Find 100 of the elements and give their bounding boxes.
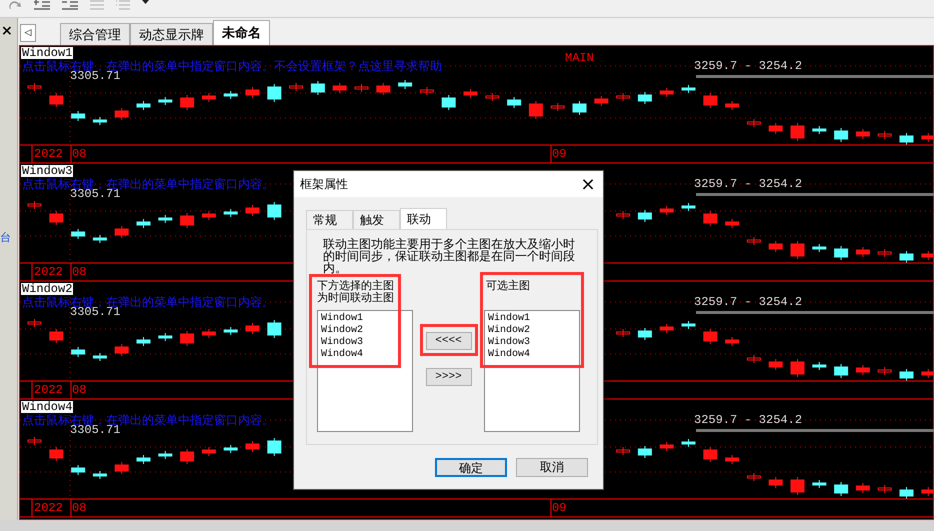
candlestick xyxy=(921,486,934,496)
ok-button[interactable]: 确定 xyxy=(435,458,507,477)
cancel-button[interactable]: 取消 xyxy=(516,458,588,477)
candlestick xyxy=(638,210,652,222)
candlestick xyxy=(616,328,630,338)
axis-label: 2022 xyxy=(34,148,63,161)
indent-icon[interactable] xyxy=(34,0,50,10)
linked-charts-list[interactable]: Window1 Window2 Window3 Window4 xyxy=(317,310,413,432)
candlestick xyxy=(768,358,783,370)
list-item[interactable]: Window2 xyxy=(321,325,409,337)
list-item[interactable]: Window3 xyxy=(488,337,576,349)
range-label: 3259.7 - 3254.2 xyxy=(694,178,802,191)
candlestick xyxy=(442,94,456,110)
candlestick xyxy=(921,132,934,142)
available-charts-list[interactable]: Window1 Window2 Window3 Window4 xyxy=(484,310,580,432)
caret-icon[interactable] xyxy=(142,0,149,4)
tab-scroll-button[interactable]: ◁ xyxy=(20,24,36,42)
candlestick xyxy=(616,210,630,220)
candlestick xyxy=(616,446,630,456)
tab[interactable]: 联动 xyxy=(400,208,447,229)
window-label: Window4 xyxy=(21,401,74,413)
candlestick xyxy=(180,94,194,110)
candlestick xyxy=(921,368,934,378)
candlestick xyxy=(202,210,216,220)
list-item[interactable]: Window4 xyxy=(321,349,409,361)
candlestick xyxy=(49,210,64,226)
candlestick xyxy=(180,212,194,228)
candlestick xyxy=(354,84,368,92)
candlestick xyxy=(71,464,86,476)
candlestick xyxy=(71,228,86,240)
candlestick xyxy=(768,476,783,488)
candlestick xyxy=(71,110,86,122)
candlestick xyxy=(267,202,282,220)
candlestick xyxy=(49,446,64,462)
list-item[interactable]: Window3 xyxy=(321,337,409,349)
candlestick xyxy=(703,210,718,226)
candlestick xyxy=(246,322,260,334)
candlestick xyxy=(703,328,718,344)
candlestick xyxy=(202,92,216,102)
candlestick xyxy=(49,92,64,108)
axis-label: 09 xyxy=(552,148,566,161)
list-item[interactable]: Window1 xyxy=(321,313,409,325)
list-label: 下方选择的主图为时间联动主图 xyxy=(317,280,395,306)
candlestick xyxy=(267,320,282,338)
list-item[interactable]: Window4 xyxy=(488,349,576,361)
candlestick xyxy=(71,346,86,358)
candlestick xyxy=(310,80,325,96)
axis-label: 08 xyxy=(72,266,86,279)
candlestick xyxy=(878,248,892,258)
candlestick xyxy=(638,328,652,340)
candlestick xyxy=(28,436,42,446)
list-item[interactable]: Window1 xyxy=(488,313,576,325)
candlestick xyxy=(878,484,892,494)
candlestick xyxy=(202,446,216,456)
candlestick xyxy=(878,130,892,140)
candlestick xyxy=(638,446,652,458)
candlestick xyxy=(572,100,586,116)
candlestick xyxy=(267,84,282,102)
candlestick xyxy=(746,354,761,364)
tab[interactable]: 动态显示牌 xyxy=(130,23,213,45)
candlestick xyxy=(900,250,914,264)
candlestick xyxy=(114,344,129,356)
side-label: 台 xyxy=(0,232,11,244)
candlestick xyxy=(921,250,934,260)
outdent-icon[interactable] xyxy=(62,0,78,10)
range-label: 3259.7 - 3254.2 xyxy=(694,414,802,427)
candlestick xyxy=(485,92,500,102)
candlestick xyxy=(49,328,64,344)
candlestick xyxy=(703,446,718,462)
candlestick xyxy=(246,86,260,98)
candlestick xyxy=(180,448,194,464)
window-label: Window1 xyxy=(21,47,74,59)
close-icon[interactable]: × xyxy=(1,24,13,38)
candlestick xyxy=(114,108,129,120)
axis-label: 08 xyxy=(72,148,86,161)
candlestick xyxy=(246,440,260,452)
move-right-button[interactable]: >>>> xyxy=(426,368,472,386)
list-item[interactable]: Window2 xyxy=(488,325,576,337)
candlestick xyxy=(550,102,565,112)
candlestick xyxy=(267,438,282,456)
axis-label: 08 xyxy=(72,502,86,515)
candlestick xyxy=(332,82,347,94)
candlestick xyxy=(768,240,783,252)
candlestick xyxy=(768,122,783,134)
candlestick xyxy=(790,240,804,260)
candlestick xyxy=(834,246,848,260)
candlestick xyxy=(834,364,848,378)
axis-label: 09 xyxy=(552,502,566,515)
tab[interactable]: 常规 xyxy=(306,210,353,229)
tab[interactable]: 综合管理 xyxy=(60,23,130,45)
candlestick xyxy=(28,82,42,92)
candlestick xyxy=(900,368,914,382)
tab[interactable]: 未命名 xyxy=(213,20,270,45)
candlestick xyxy=(180,330,194,346)
axis-label: 2022 xyxy=(34,502,63,515)
tab[interactable]: 触发 xyxy=(353,210,400,229)
candlestick xyxy=(114,462,129,474)
window-label: Window3 xyxy=(21,165,74,177)
candlestick xyxy=(746,236,761,246)
move-left-button[interactable]: <<<< xyxy=(426,332,472,350)
